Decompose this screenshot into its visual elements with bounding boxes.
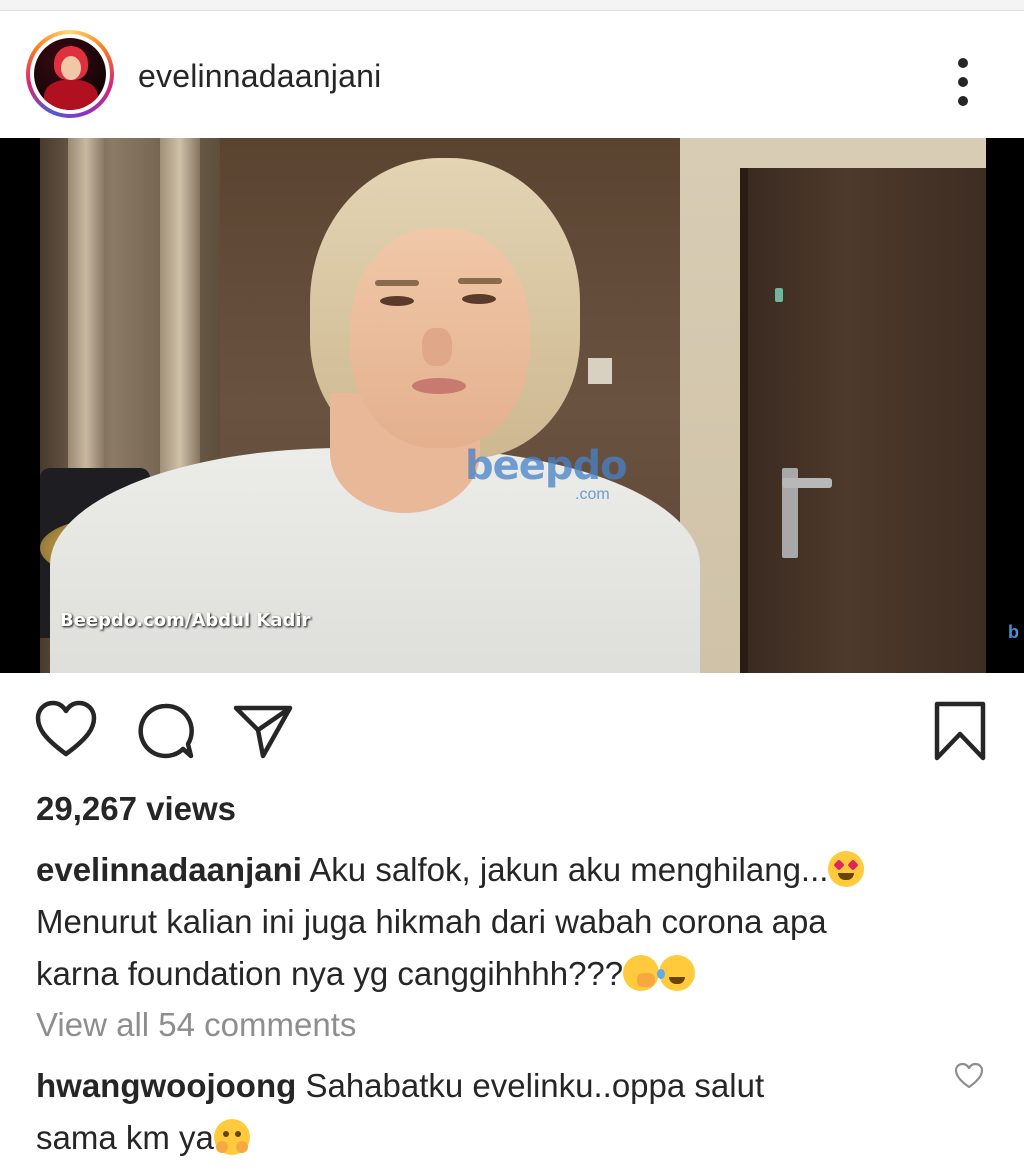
watermark-edge: b xyxy=(1008,622,1019,642)
heart-icon[interactable] xyxy=(34,700,98,765)
comment-username[interactable]: hwangwoojoong xyxy=(36,1067,296,1104)
watermark-logo: beepdo xyxy=(465,443,628,489)
more-options-icon[interactable] xyxy=(948,52,980,112)
views-count[interactable]: 29,267 views xyxy=(36,790,236,828)
post-video[interactable]: beepdo .com Beepdo.com/Abdul Kadir b xyxy=(0,138,1024,673)
caption-username[interactable]: evelinnadaanjani xyxy=(36,851,302,888)
laughing-emoji-icon xyxy=(657,955,696,991)
comment-item: hwangwoojoong Sahabatku evelinku..oppa s… xyxy=(36,1060,936,1164)
hand-over-mouth-emoji-icon xyxy=(623,955,660,991)
hugging-emoji-icon xyxy=(213,1119,250,1155)
caption-line-3: karna foundation nya yg canggihhhh??? xyxy=(36,955,624,992)
comment-like-heart-icon[interactable] xyxy=(954,1062,984,1095)
watermark-credit: Beepdo.com/Abdul Kadir xyxy=(60,610,311,631)
video-frame: beepdo .com Beepdo.com/Abdul Kadir xyxy=(40,138,986,673)
watermark-domain: .com xyxy=(575,486,610,503)
door xyxy=(740,168,986,673)
caption-line-1: Aku salfok, jakun aku menghilang... xyxy=(309,851,829,888)
star-struck-emoji-icon xyxy=(828,851,865,887)
bookmark-icon[interactable] xyxy=(932,700,988,767)
send-icon[interactable] xyxy=(232,700,294,767)
avatar[interactable] xyxy=(34,38,106,110)
view-all-comments-link[interactable]: View all 54 comments xyxy=(36,1006,356,1044)
post-username[interactable]: evelinnadaanjani xyxy=(138,58,381,95)
comment-text-line-2: sama km ya xyxy=(36,1119,214,1156)
post-caption: evelinnadaanjani Aku salfok, jakun aku m… xyxy=(36,844,996,1000)
post-actions xyxy=(0,690,1024,770)
story-ring[interactable] xyxy=(26,30,114,118)
post-header: evelinnadaanjani xyxy=(0,12,1024,136)
comment-text-line-1: Sahabatku evelinku..oppa salut xyxy=(305,1067,765,1104)
caption-line-2: Menurut kalian ini juga hikmah dari waba… xyxy=(36,903,827,940)
comment-icon[interactable] xyxy=(134,700,196,767)
status-bar-divider xyxy=(0,0,1024,11)
